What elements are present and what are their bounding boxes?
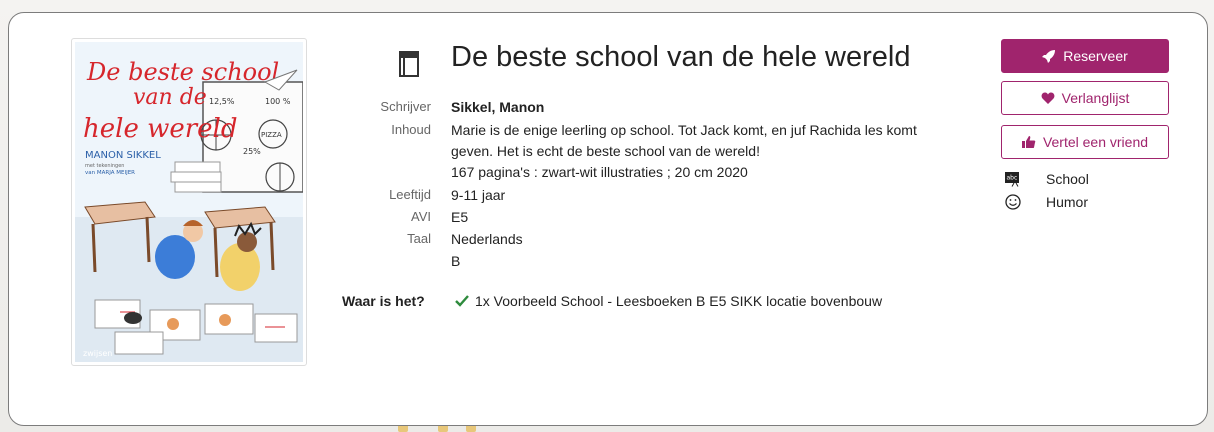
avi-value: E5 [451,209,469,225]
availability-label: Waar is het? [342,293,425,309]
tell-friend-button[interactable]: Vertel een vriend [1001,125,1169,159]
cover-title: hele wereld [83,114,238,144]
book-title: De beste school van de hele wereld [451,41,911,73]
language-value: Nederlands [451,231,523,247]
availability-row[interactable]: 1x Voorbeeld School - Leesboeken B E5 SI… [455,293,882,309]
physical-description: 167 pagina's : zwart-wit illustraties ; … [451,164,748,180]
tag-label: School [1046,171,1089,187]
book-detail-card: 12,5% 100 % 25% PIZZA De beste school va… [8,12,1208,426]
wishlist-button[interactable]: Verlanglijst [1001,81,1169,115]
author-name[interactable]: Sikkel, Manon [451,97,544,118]
level-value: B [451,253,461,269]
svg-text:abc: abc [1007,175,1018,182]
language-label: Taal [407,231,431,246]
cover-board-text: PIZZA [261,131,282,139]
tag-school[interactable]: abc School [1005,171,1089,187]
check-icon [455,295,469,307]
reserve-button[interactable]: Reserveer [1001,39,1169,73]
reserve-button-label: Reserveer [1063,48,1128,64]
author-label: Schrijver [380,99,431,114]
book-cover-illustration: 12,5% 100 % 25% PIZZA De beste school va… [75,42,303,362]
cover-board-text: 25% [243,147,261,156]
avi-label: AVI [411,209,431,224]
cover-title: van de [133,85,207,110]
tag-label: Humor [1046,194,1089,210]
cover-illustrator: met tekeningen [85,163,124,169]
book-cover[interactable]: 12,5% 100 % 25% PIZZA De beste school va… [71,38,307,366]
rocket-icon [1042,50,1056,63]
heart-icon [1041,92,1055,104]
age-label: Leeftijd [389,187,431,202]
cover-publisher: zwijsen [83,349,112,358]
content-summary: Marie is de enige leerling op school. To… [451,122,917,159]
wishlist-button-label: Verlanglijst [1061,90,1130,106]
content-label: Inhoud [391,122,431,137]
age-value: 9-11 jaar [451,187,506,203]
book-icon [399,51,419,77]
tell-friend-button-label: Vertel een vriend [1042,134,1149,150]
smiley-icon [1005,194,1021,210]
cover-board-text: 100 % [265,97,291,106]
thumbs-up-icon [1021,136,1036,148]
availability-text: 1x Voorbeeld School - Leesboeken B E5 SI… [475,293,883,309]
tag-humor[interactable]: Humor [1005,194,1088,210]
school-abc-icon: abc [1005,172,1019,187]
cover-illustrator: van MARJA MEIJER [85,170,135,176]
cover-board-text: 12,5% [209,97,235,106]
cover-title: De beste school [86,58,279,86]
cover-author: MANON SIKKEL [85,150,161,161]
